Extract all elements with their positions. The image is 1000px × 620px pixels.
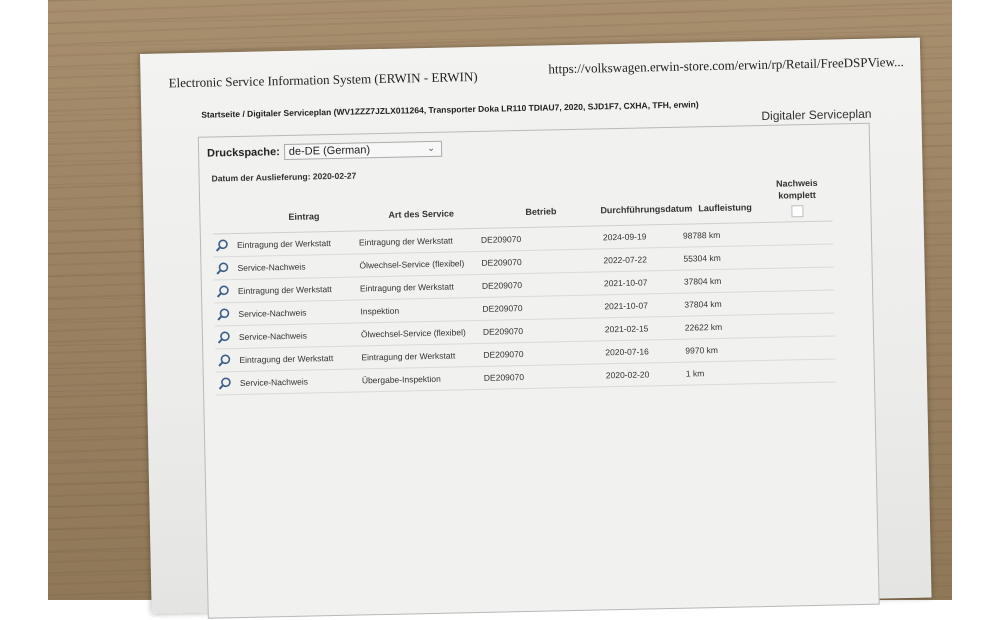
cell-datum: 2021-10-07	[604, 300, 648, 312]
cell-art: Inspektion	[360, 305, 400, 317]
cell-art: Übergabe-Inspektion	[361, 373, 441, 386]
column-header-art: Art des Service	[388, 208, 455, 220]
cell-laufleistung: 37804 km	[684, 298, 722, 310]
print-header-url: https://volkswagen.erwin-store.com/erwin…	[548, 54, 904, 77]
cell-eintrag: Service-Nachweis	[239, 376, 309, 388]
cell-eintrag: Eintragung der Werkstatt	[236, 238, 331, 251]
breadcrumb-home-link[interactable]: Startseite	[201, 109, 240, 120]
cell-eintrag: Service-Nachweis	[238, 330, 308, 342]
cell-betrieb: DE209070	[483, 372, 525, 383]
cell-laufleistung: 55304 km	[683, 252, 721, 264]
cell-datum: 2020-02-20	[605, 369, 650, 381]
service-table: Eintrag Art des Service Betrieb Durchfüh…	[211, 176, 837, 396]
cell-eintrag: Service-Nachweis	[238, 307, 307, 319]
cell-art: Ölwechsel-Service (flexibel)	[359, 258, 465, 271]
magnifier-icon[interactable]	[217, 330, 231, 344]
magnifier-icon[interactable]	[216, 284, 230, 298]
magnifier-icon[interactable]	[216, 307, 230, 321]
cell-laufleistung: 98788 km	[682, 229, 721, 241]
breadcrumb: Startseite / Digitaler Serviceplan (WV1Z…	[201, 99, 699, 119]
column-header-betrieb: Betrieb	[525, 206, 557, 217]
cell-art: Eintragung der Werkstatt	[361, 350, 456, 363]
cell-betrieb: DE209070	[482, 303, 523, 314]
cell-betrieb: DE209070	[482, 326, 524, 337]
column-header-nachweis-line2: komplett	[778, 189, 816, 201]
cell-eintrag: Service-Nachweis	[237, 261, 306, 274]
cell-art: Eintragung der Werkstatt	[358, 235, 453, 248]
chevron-down-icon: ⌄	[427, 142, 435, 154]
cell-datum: 2024-09-19	[602, 231, 647, 243]
cell-betrieb: DE209070	[481, 280, 523, 291]
cell-eintrag: Eintragung der Werkstatt	[237, 284, 332, 296]
magnifier-icon[interactable]	[215, 261, 229, 275]
cell-laufleistung: 37804 km	[683, 275, 722, 287]
delivery-date: Datum der Auslieferung: 2020-02-27	[211, 170, 357, 184]
cell-datum: 2021-10-07	[603, 277, 648, 289]
cell-art: Eintragung der Werkstatt	[359, 281, 454, 294]
service-plan-panel: Druckspache: de-DE (German) ⌄ Datum der …	[197, 122, 880, 619]
language-select-value: de-DE (German)	[288, 144, 371, 158]
cell-laufleistung: 9970 km	[685, 344, 719, 356]
magnifier-icon[interactable]	[218, 376, 232, 390]
column-header-laufleistung: Laufleistung	[698, 202, 752, 214]
nachweis-checkbox[interactable]	[791, 205, 804, 218]
cell-laufleistung: 1 km	[685, 368, 705, 379]
column-header-eintrag: Eintrag	[288, 211, 320, 222]
cell-datum: 2020-07-16	[605, 346, 649, 358]
cell-art: Ölwechsel-Service (flexibel)	[360, 327, 466, 340]
column-header-datum: Durchführungsdatum	[600, 203, 693, 216]
cell-betrieb: DE209070	[481, 257, 522, 268]
printed-page: Electronic Service Information System (E…	[140, 37, 932, 619]
panel-title: Digitaler Serviceplan	[761, 106, 872, 123]
cell-datum: 2021-02-15	[604, 323, 649, 335]
language-label: Druckspache:	[206, 146, 280, 160]
language-row: Druckspache: de-DE (German) ⌄	[206, 140, 442, 162]
print-header-title: Electronic Service Information System (E…	[168, 68, 478, 91]
cell-datum: 2022-07-22	[603, 254, 648, 266]
column-header-nachweis: Nachweis komplett	[767, 177, 828, 218]
column-header-nachweis-line1: Nachweis	[775, 177, 818, 189]
magnifier-icon[interactable]	[217, 353, 231, 367]
breadcrumb-current: Digitaler Serviceplan (WV1ZZZ7JZLX011264…	[247, 99, 699, 119]
cell-eintrag: Eintragung der Werkstatt	[239, 353, 334, 365]
cell-betrieb: DE209070	[480, 234, 522, 245]
language-select[interactable]: de-DE (German) ⌄	[283, 140, 442, 161]
cell-laufleistung: 22622 km	[684, 321, 723, 333]
magnifier-icon[interactable]	[215, 238, 229, 252]
cell-betrieb: DE209070	[483, 349, 524, 360]
